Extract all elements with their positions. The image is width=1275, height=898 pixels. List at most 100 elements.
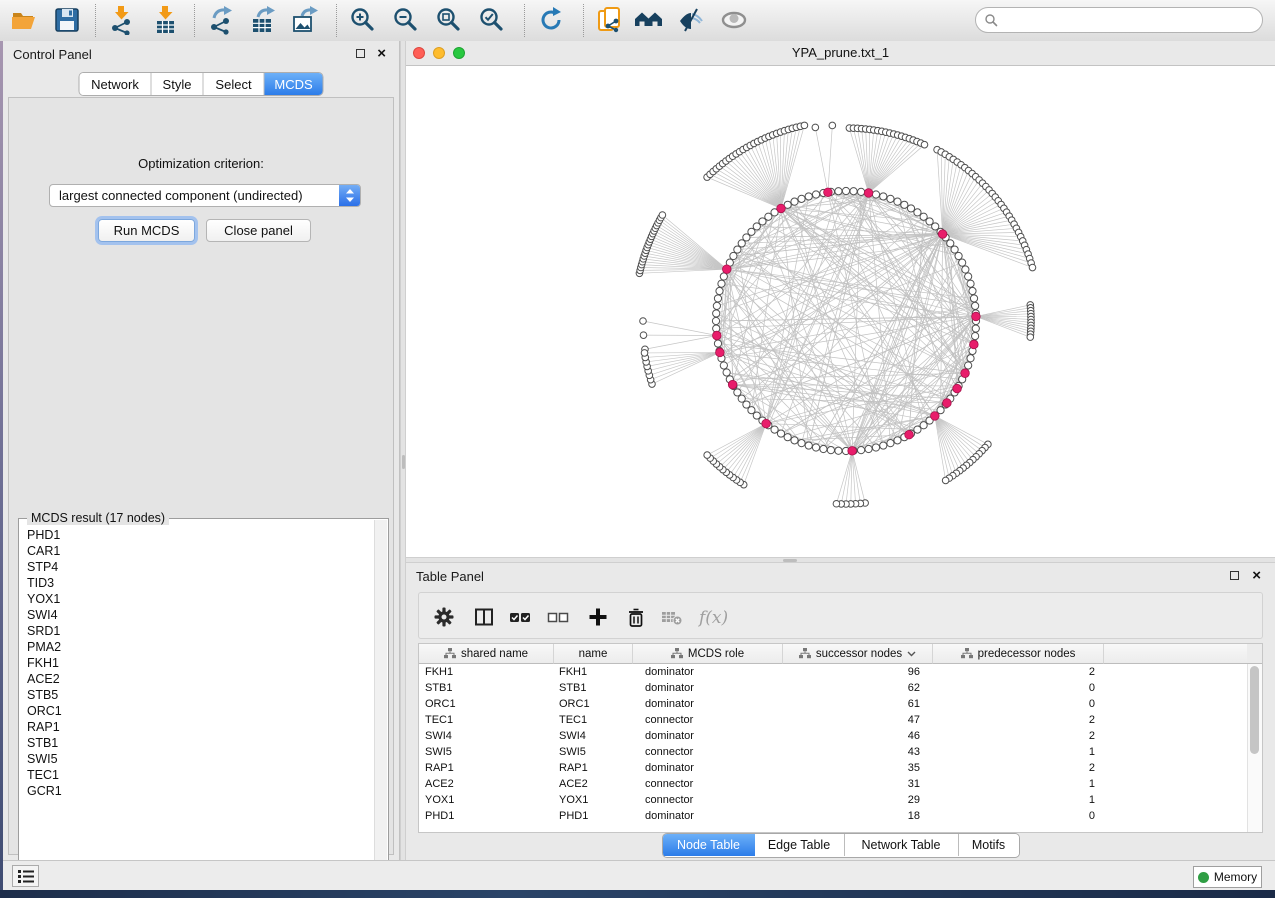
mcds-result-item[interactable]: ORC1 [27, 703, 375, 719]
table-cell[interactable]: dominator [633, 680, 783, 696]
import-table-icon[interactable] [150, 5, 180, 35]
network-node[interactable] [972, 332, 979, 339]
table-row[interactable]: FKH1FKH1dominator962 [419, 664, 1247, 680]
table-cell[interactable]: ORC1 [419, 696, 554, 712]
network-node[interactable] [887, 195, 894, 202]
satellite-node[interactable] [801, 122, 808, 129]
mcds-hub-node[interactable] [777, 204, 786, 213]
mcds-list-scrollbar[interactable] [374, 520, 387, 887]
network-node[interactable] [951, 246, 958, 253]
table-cell[interactable]: connector [633, 712, 783, 728]
network-node[interactable] [714, 295, 721, 302]
table-cell[interactable]: 35 [783, 760, 933, 776]
mcds-result-item[interactable]: STP4 [27, 559, 375, 575]
network-node[interactable] [791, 437, 798, 444]
network-node[interactable] [887, 440, 894, 447]
satellite-node[interactable] [659, 212, 666, 219]
table-row[interactable]: TEC1TEC1connector472 [419, 712, 1247, 728]
mcds-result-list[interactable]: PHD1CAR1STP4TID3YOX1SWI4SRD1PMA2FKH1ACE2… [20, 523, 375, 887]
tab-select[interactable]: Select [204, 73, 265, 95]
table-cell[interactable]: ACE2 [419, 776, 554, 792]
table-row[interactable]: SWI4SWI4dominator462 [419, 728, 1247, 744]
network-node[interactable] [827, 447, 834, 454]
mcds-result-item[interactable]: SWI5 [27, 751, 375, 767]
network-node[interactable] [723, 369, 730, 376]
table-cell[interactable]: dominator [633, 664, 783, 680]
mcds-result-item[interactable]: PHD1 [27, 527, 375, 543]
network-node[interactable] [713, 302, 720, 309]
show-hidden-eye-icon[interactable] [719, 5, 749, 35]
table-cell[interactable]: 1 [933, 776, 1104, 792]
new-network-from-selection-icon[interactable] [595, 5, 625, 35]
table-cell[interactable]: dominator [633, 696, 783, 712]
table-row[interactable]: SWI5SWI5connector431 [419, 744, 1247, 760]
table-row[interactable]: ORC1ORC1dominator610 [419, 696, 1247, 712]
run-mcds-button[interactable]: Run MCDS [98, 219, 195, 242]
search-input[interactable] [998, 9, 1262, 31]
table-cell[interactable]: 2 [933, 760, 1104, 776]
mcds-hub-node[interactable] [848, 447, 857, 456]
satellite-node[interactable] [640, 318, 647, 325]
network-node[interactable] [713, 310, 720, 317]
mcds-hub-node[interactable] [970, 340, 979, 349]
table-cell[interactable]: 29 [783, 792, 933, 808]
mcds-hub-node[interactable] [953, 384, 962, 393]
network-node[interactable] [880, 442, 887, 449]
mcds-result-item[interactable]: SWI4 [27, 607, 375, 623]
network-node[interactable] [872, 444, 879, 451]
network-node[interactable] [842, 187, 849, 194]
network-node[interactable] [812, 191, 819, 198]
zoom-selected-icon[interactable] [477, 5, 507, 35]
network-node[interactable] [718, 280, 725, 287]
table-cell[interactable]: PHD1 [419, 808, 554, 824]
network-node[interactable] [872, 191, 879, 198]
network-node[interactable] [969, 287, 976, 294]
close-panel-button[interactable]: Close panel [206, 219, 311, 242]
table-scrollbar[interactable] [1247, 664, 1262, 832]
mcds-hub-node[interactable] [972, 312, 981, 321]
network-node[interactable] [967, 280, 974, 287]
network-node[interactable] [962, 266, 969, 273]
table-cell[interactable]: 47 [783, 712, 933, 728]
table-cell[interactable]: dominator [633, 808, 783, 824]
network-node[interactable] [730, 252, 737, 259]
mcds-hub-node[interactable] [824, 188, 833, 197]
float-panel-icon[interactable] [356, 49, 365, 58]
optimization-criterion-select[interactable]: largest connected component (undirected) [49, 184, 361, 207]
column-header-predecessor-nodes[interactable]: predecessor nodes [933, 644, 1104, 664]
network-node[interactable] [850, 188, 857, 195]
satellite-node[interactable] [640, 332, 647, 339]
mcds-hub-node[interactable] [938, 230, 947, 239]
mcds-hub-node[interactable] [864, 189, 873, 198]
network-node[interactable] [784, 434, 791, 441]
tab-mcds[interactable]: MCDS [265, 73, 323, 95]
close-panel-icon[interactable]: × [1252, 566, 1261, 585]
network-node[interactable] [720, 273, 727, 280]
table-row[interactable]: STB1STB1dominator620 [419, 680, 1247, 696]
table-cell[interactable]: YOX1 [419, 792, 554, 808]
table-cell[interactable]: 96 [783, 664, 933, 680]
column-header-shared-name[interactable]: shared name [419, 644, 554, 664]
satellite-node[interactable] [1027, 334, 1034, 341]
table-cell[interactable]: 2 [933, 664, 1104, 680]
table-cell[interactable]: 61 [783, 696, 933, 712]
network-node[interactable] [857, 188, 864, 195]
table-cell[interactable]: FKH1 [419, 664, 554, 680]
table-cell[interactable]: TEC1 [419, 712, 554, 728]
table-cell[interactable]: 2 [933, 728, 1104, 744]
close-panel-icon[interactable]: × [377, 44, 386, 63]
select-all-icon[interactable] [509, 606, 531, 628]
network-node[interactable] [965, 362, 972, 369]
table-cell[interactable]: 62 [783, 680, 933, 696]
search-box[interactable] [975, 7, 1263, 33]
table-cell[interactable]: 43 [783, 744, 933, 760]
network-node[interactable] [791, 198, 798, 205]
task-history-button[interactable] [12, 865, 39, 887]
mcds-hub-node[interactable] [716, 348, 725, 357]
column-header-mcds-role[interactable]: MCDS role [633, 644, 783, 664]
network-node[interactable] [970, 295, 977, 302]
mcds-hub-node[interactable] [961, 369, 970, 378]
network-node[interactable] [734, 389, 741, 396]
table-cell[interactable]: dominator [633, 728, 783, 744]
splitter-handle[interactable] [783, 559, 797, 562]
